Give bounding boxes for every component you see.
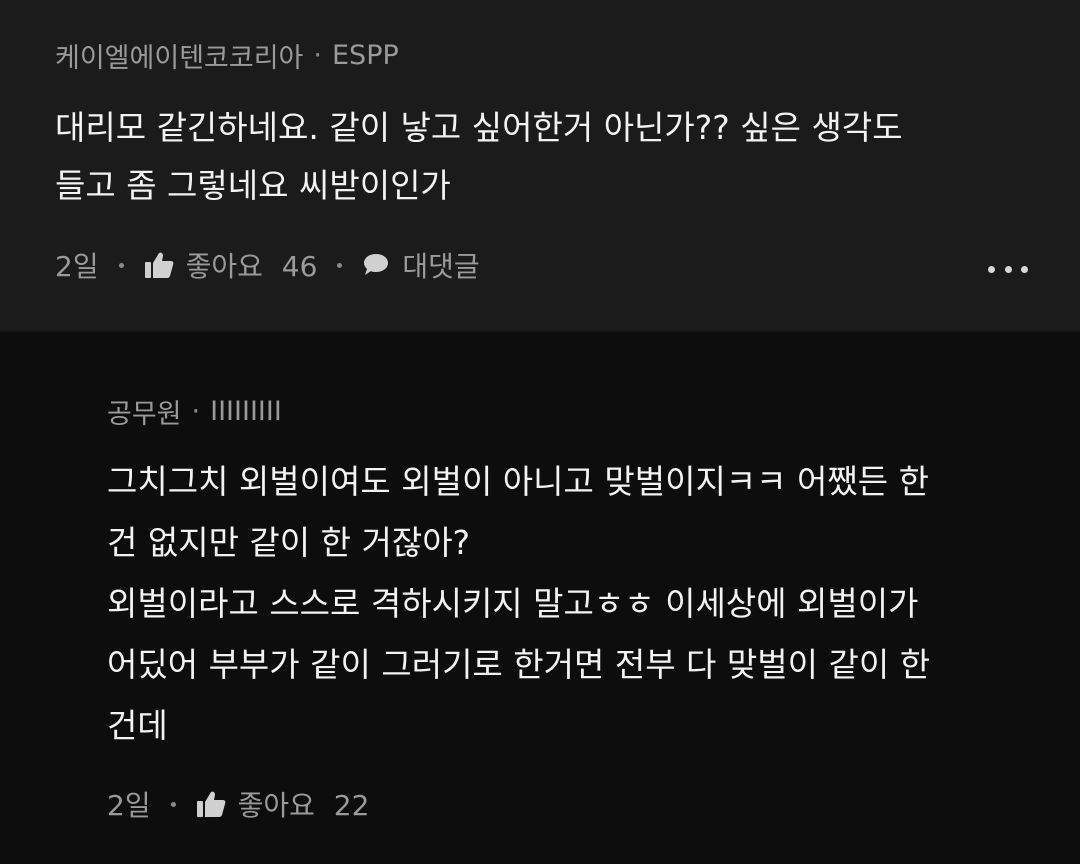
more-dot <box>1021 265 1028 273</box>
reply-time: 2일 <box>107 789 151 822</box>
reply-actions: 2일 좋아요 22 <box>107 784 1010 824</box>
author-name[interactable]: 케이엘에이텐코코리아 <box>55 36 303 75</box>
reply-like-button[interactable]: 좋아요 22 <box>238 784 370 824</box>
thumbs-up-icon[interactable] <box>144 251 174 279</box>
dot-separator <box>170 801 176 807</box>
comment-card: 케이엘에이텐코코리아 · ESPP 대리모 같긴하네요. 같이 낳고 싶어한거 … <box>0 0 1080 331</box>
reply-card: 공무원 · IIIIIIIII 그치그치 외벌이여도 외벌이 아니고 맞벌이지ㅋ… <box>0 332 1080 864</box>
dot-separator <box>337 262 343 268</box>
comment-time: 2일 <box>55 250 99 283</box>
speech-bubble-icon[interactable] <box>362 252 390 278</box>
comment-actions: 2일 좋아요 46 대댓글 <box>55 245 1025 285</box>
meta-separator: · <box>313 40 322 71</box>
reply-button[interactable]: 대댓글 <box>402 245 479 285</box>
dot-separator <box>118 262 124 268</box>
reply-like-label: 좋아요 <box>237 789 315 822</box>
reply-author-nickname: IIIIIIIII <box>210 396 282 427</box>
more-icon[interactable] <box>988 254 1028 284</box>
reply-like-count: 22 <box>333 789 370 822</box>
reply-author-name[interactable]: 공무원 <box>107 392 182 431</box>
like-label: 좋아요 <box>185 250 263 283</box>
reply-text: 그치그치 외벌이여도 외벌이 아니고 맞벌이지ㅋㅋ 어쨌든 한 건 없지만 같이… <box>107 462 931 745</box>
comment-author-line: 케이엘에이텐코코리아 · ESPP <box>55 36 1025 75</box>
author-nickname: ESPP <box>332 40 399 71</box>
reply-author-line: 공무원 · IIIIIIIII <box>107 392 1010 431</box>
more-dot <box>1004 265 1012 273</box>
like-button[interactable]: 좋아요 46 <box>186 245 318 285</box>
meta-separator: · <box>191 396 201 427</box>
like-count: 46 <box>281 250 318 283</box>
more-dot <box>988 265 995 273</box>
comment-text: 대리모 같긴하네요. 같이 낳고 싶어한거 아닌가?? 싶은 생각도 들고 좀 … <box>55 108 903 205</box>
thumbs-up-icon[interactable] <box>196 790 226 818</box>
